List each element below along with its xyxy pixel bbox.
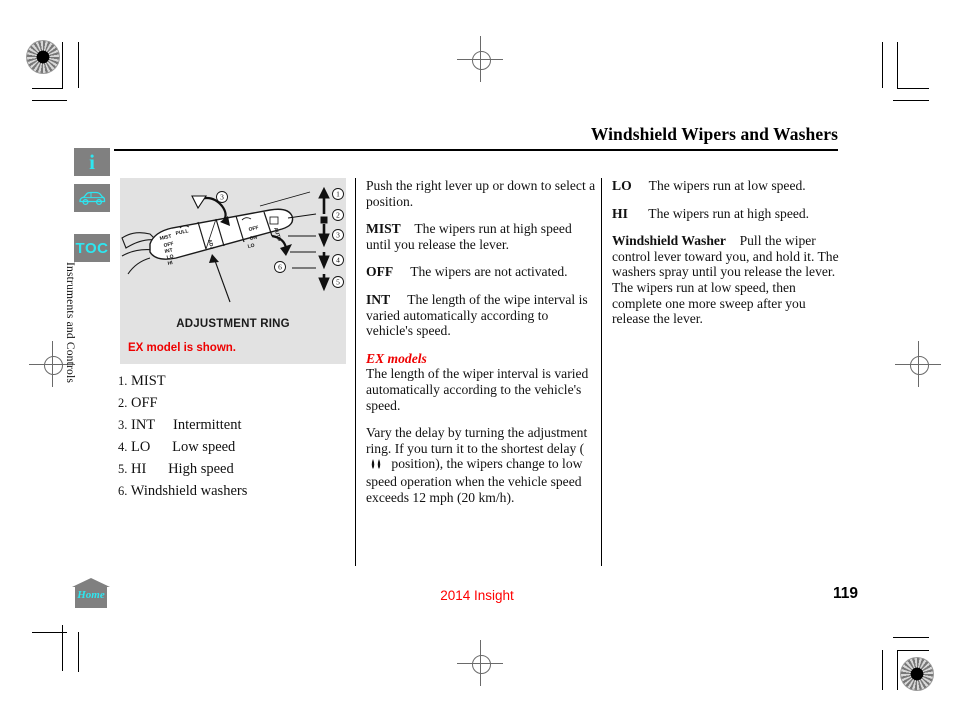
off-paragraph: OFF The wipers are not activated.: [366, 264, 598, 280]
mist-term: MIST: [366, 221, 401, 237]
list-item-desc: High speed: [168, 461, 234, 477]
svg-text:LO: LO: [247, 243, 255, 250]
int-term: INT: [366, 291, 391, 307]
adjustment-paragraph: Vary the delay by turning the adjustment…: [366, 425, 598, 505]
crop-mark-bottom-right-vertical-2: [897, 650, 898, 690]
list-item-term: LO: [131, 439, 151, 455]
crop-mark-top-right-vertical: [882, 42, 883, 88]
title-divider: [114, 149, 838, 151]
adjustment-ring-label: ADJUSTMENT RING: [176, 318, 290, 330]
crop-mark-top-left-horizontal-2: [32, 100, 67, 101]
crop-mark-top-left-horizontal: [32, 88, 63, 89]
crop-mark-top-left-vertical: [62, 42, 63, 88]
registration-mark-top-left: [26, 40, 60, 74]
mist-paragraph: MIST The wipers run at high speed until …: [366, 221, 598, 252]
list-item-number: 1.: [118, 374, 128, 388]
crop-mark-bottom-left-vertical-2: [78, 632, 79, 672]
info-icon: i: [89, 149, 95, 174]
section-label: Instruments and Controls: [64, 262, 76, 384]
page-number: 119: [832, 585, 858, 602]
washer-term: Windshield Washer: [612, 233, 726, 249]
hi-desc: The wipers run at high speed.: [648, 205, 810, 221]
off-desc: The wipers are not activated.: [410, 264, 568, 280]
wiper-lever-diagram: MIST PULL OFF INT LO HI ADJ OFF ON LO AU…: [120, 178, 346, 364]
list-item: 2. OFF: [118, 392, 348, 414]
registration-crosshair-right: [895, 341, 941, 387]
list-item: 1. MIST: [118, 370, 348, 392]
list-item-term: Windshield washers: [130, 483, 248, 499]
middle-text-column: Push the right lever up or down to selec…: [366, 178, 598, 517]
list-item: 4. LO Low speed: [118, 436, 348, 458]
toc-label: TOC: [75, 239, 109, 257]
crop-mark-top-right-horizontal-2: [893, 100, 929, 101]
crop-mark-top-left-vertical-2: [78, 42, 79, 88]
lo-paragraph: LO The wipers run at low speed.: [612, 178, 844, 194]
footer-model-year: 2014 Insight: [440, 588, 514, 603]
lo-term: LO: [612, 178, 632, 193]
hi-term: HI: [612, 205, 628, 221]
list-item-number: 3.: [118, 418, 128, 432]
int-desc: The length of the wipe interval is varie…: [366, 291, 588, 339]
rail-spacer: [74, 220, 110, 234]
registration-crosshair-bottom: [457, 640, 503, 686]
washer-paragraph: Windshield Washer Pull the wiper control…: [612, 233, 844, 327]
column-divider-left: [355, 178, 356, 566]
off-term: OFF: [366, 264, 394, 280]
crop-mark-bottom-right-horizontal: [893, 637, 929, 638]
car-icon: [78, 190, 106, 206]
page-title: Windshield Wipers and Washers: [590, 124, 838, 144]
toc-button[interactable]: TOC: [74, 234, 110, 262]
right-text-column: LO The wipers run at low speed. HI The w…: [612, 178, 844, 339]
list-item-term: INT: [131, 417, 155, 433]
wiper-icon: [366, 458, 388, 474]
crop-mark-top-right-vertical-2: [897, 42, 898, 88]
crop-mark-bottom-right-vertical: [882, 650, 883, 690]
list-item-number: 5.: [118, 462, 128, 476]
registration-crosshair-top: [457, 36, 503, 82]
list-item-desc: Low speed: [172, 439, 236, 455]
adjustment-text-before: Vary the delay by turning the adjustment…: [366, 425, 588, 456]
vehicle-button[interactable]: [74, 184, 110, 212]
sidebar-nav: i TOC: [74, 148, 110, 270]
list-item-number: 6.: [118, 484, 128, 498]
svg-text:3: 3: [220, 193, 224, 202]
svg-text:HI: HI: [167, 260, 174, 267]
ex-models-heading: EX models: [366, 350, 427, 366]
lo-desc: The wipers run at low speed.: [648, 178, 806, 193]
list-item-term: HI: [131, 461, 147, 477]
ex-models-paragraph: EX models The length of the wiper interv…: [366, 351, 598, 413]
crop-mark-bottom-right-horizontal-2: [897, 650, 929, 651]
wiper-position-list: 1. MIST 2. OFF 3. INT Intermittent 4. LO…: [118, 370, 348, 502]
list-item-number: 4.: [118, 440, 128, 454]
list-item-term: MIST: [131, 373, 166, 389]
column-divider-right: [601, 178, 602, 566]
svg-text:3: 3: [336, 231, 340, 240]
svg-text:6: 6: [278, 263, 282, 272]
svg-text:4: 4: [336, 256, 340, 265]
list-item-term: OFF: [131, 395, 158, 411]
svg-text:2: 2: [336, 211, 340, 220]
list-item: 5. HI High speed: [118, 458, 348, 480]
ex-models-desc: The length of the wiper interval is vari…: [366, 366, 589, 413]
home-icon-roof: [72, 578, 110, 587]
list-item-desc: Intermittent: [173, 417, 242, 433]
svg-text:1: 1: [336, 190, 340, 199]
list-item: 6. Windshield washers: [118, 480, 348, 502]
svg-text:5: 5: [336, 278, 340, 287]
info-button[interactable]: i: [74, 148, 110, 176]
adjustment-text-after: position), the wipers change to low spee…: [366, 456, 583, 505]
hi-paragraph: HI The wipers run at high speed.: [612, 206, 844, 222]
lever-illustration: MIST PULL OFF INT LO HI ADJ OFF ON LO AU…: [121, 186, 344, 303]
crop-mark-top-right-horizontal: [897, 88, 929, 89]
crop-mark-bottom-left-horizontal: [32, 632, 67, 633]
registration-mark-bottom-right: [900, 657, 934, 691]
int-paragraph: INT The length of the wipe interval is v…: [366, 292, 598, 339]
list-item: 3. INT Intermittent: [118, 414, 348, 436]
list-item-number: 2.: [118, 396, 128, 410]
intro-paragraph: Push the right lever up or down to selec…: [366, 178, 596, 209]
ex-model-note: EX model is shown.: [128, 342, 236, 354]
